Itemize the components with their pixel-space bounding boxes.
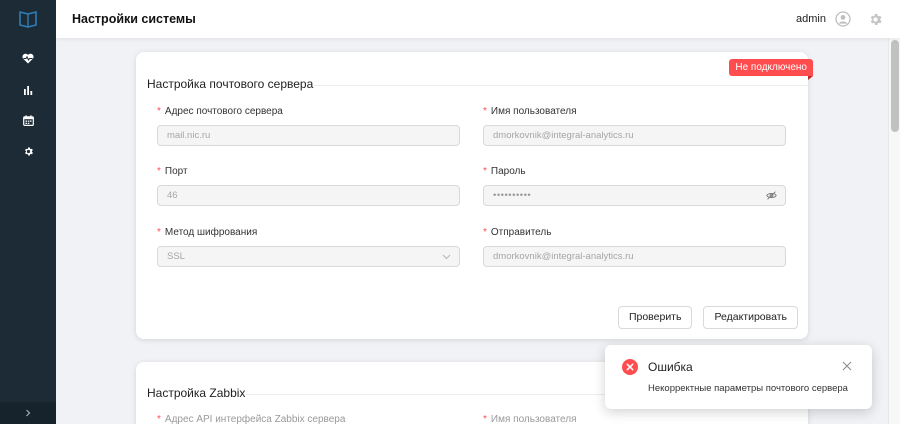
sidebar-collapse-button[interactable]	[0, 402, 56, 424]
error-notification: Ошибка Некорректные параметры почтового …	[605, 345, 872, 409]
username-input[interactable]: dmorkovnik@integral-analytics.ru	[483, 125, 786, 146]
eye-invisible-icon[interactable]	[766, 186, 777, 205]
notification-title: Ошибка	[648, 360, 693, 374]
field-label: * Отправитель	[483, 227, 552, 238]
close-icon[interactable]	[840, 359, 854, 373]
required-mark: *	[157, 166, 161, 177]
card-title: Настройка Zabbix	[147, 386, 246, 400]
scrollbar-thumb[interactable]	[891, 40, 899, 132]
field-label: * Имя пользователя	[483, 106, 577, 117]
password-field: * Пароль ••••••••••	[483, 165, 786, 206]
chevron-down-icon	[442, 247, 451, 266]
encryption-select[interactable]: SSL	[157, 246, 460, 267]
field-label: * Адрес почтового сервера	[157, 106, 283, 117]
book-shield-icon[interactable]	[17, 8, 39, 30]
sender-input[interactable]: dmorkovnik@integral-analytics.ru	[483, 246, 786, 267]
page-header: Настройки системы admin	[56, 0, 900, 38]
page-scrollbar[interactable]	[888, 38, 900, 424]
user-avatar-icon[interactable]	[834, 10, 852, 28]
zabbix-username-label: * Имя пользователя	[483, 414, 577, 424]
field-label: * Пароль	[483, 166, 526, 177]
card-title: Настройка почтового сервера	[147, 77, 314, 91]
sidebar-item-calendar[interactable]	[0, 106, 56, 137]
edit-button[interactable]: Редактировать	[703, 306, 798, 329]
sidebar-item-settings[interactable]	[0, 137, 56, 168]
check-button[interactable]: Проверить	[617, 306, 693, 329]
mail-host-input[interactable]: mail.nic.ru	[157, 125, 460, 146]
mail-host-field: * Адрес почтового сервера mail.nic.ru	[157, 105, 460, 146]
field-label: * Метод шифрования	[157, 227, 258, 238]
status-badge: Не подключено	[729, 59, 813, 80]
required-mark: *	[483, 106, 487, 117]
zabbix-api-label: * Адрес API интерфейса Zabbix сервера	[157, 414, 346, 424]
encryption-field: * Метод шифрования SSL	[157, 226, 460, 267]
required-mark: *	[157, 106, 161, 117]
required-mark: *	[483, 166, 487, 177]
notification-description: Некорректные параметры почтового сервера	[648, 383, 848, 394]
card-actions: Проверить Редактировать	[617, 306, 798, 329]
username[interactable]: admin	[796, 13, 826, 25]
port-input[interactable]: 46	[157, 185, 460, 206]
chevron-right-icon	[24, 404, 32, 422]
port-field: * Порт 46	[157, 165, 460, 206]
password-input[interactable]: ••••••••••	[483, 185, 786, 206]
settings-gear-icon[interactable]	[866, 10, 884, 28]
sender-field: * Отправитель dmorkovnik@integral-analyti…	[483, 226, 786, 267]
encryption-value: SSL	[167, 251, 185, 262]
username-field: * Имя пользователя dmorkovnik@integral-an…	[483, 105, 786, 146]
calendar-icon	[22, 113, 34, 131]
error-circle-icon	[622, 359, 638, 375]
sidebar-item-reports[interactable]	[0, 75, 56, 106]
required-mark: *	[157, 227, 161, 238]
gear-icon	[23, 144, 34, 162]
heart-pulse-icon	[22, 51, 34, 69]
sidebar	[0, 0, 56, 424]
password-value: ••••••••••	[493, 190, 532, 201]
bar-chart-icon	[23, 82, 33, 100]
field-label: * Порт	[157, 166, 188, 177]
sidebar-nav	[0, 44, 56, 168]
mail-server-card: Не подключено Настройка почтового сервер…	[136, 52, 813, 339]
divider	[314, 85, 808, 86]
sidebar-item-monitoring[interactable]	[0, 44, 56, 75]
header-actions: admin	[796, 10, 884, 28]
page-title: Настройки системы	[72, 12, 196, 26]
required-mark: *	[483, 227, 487, 238]
